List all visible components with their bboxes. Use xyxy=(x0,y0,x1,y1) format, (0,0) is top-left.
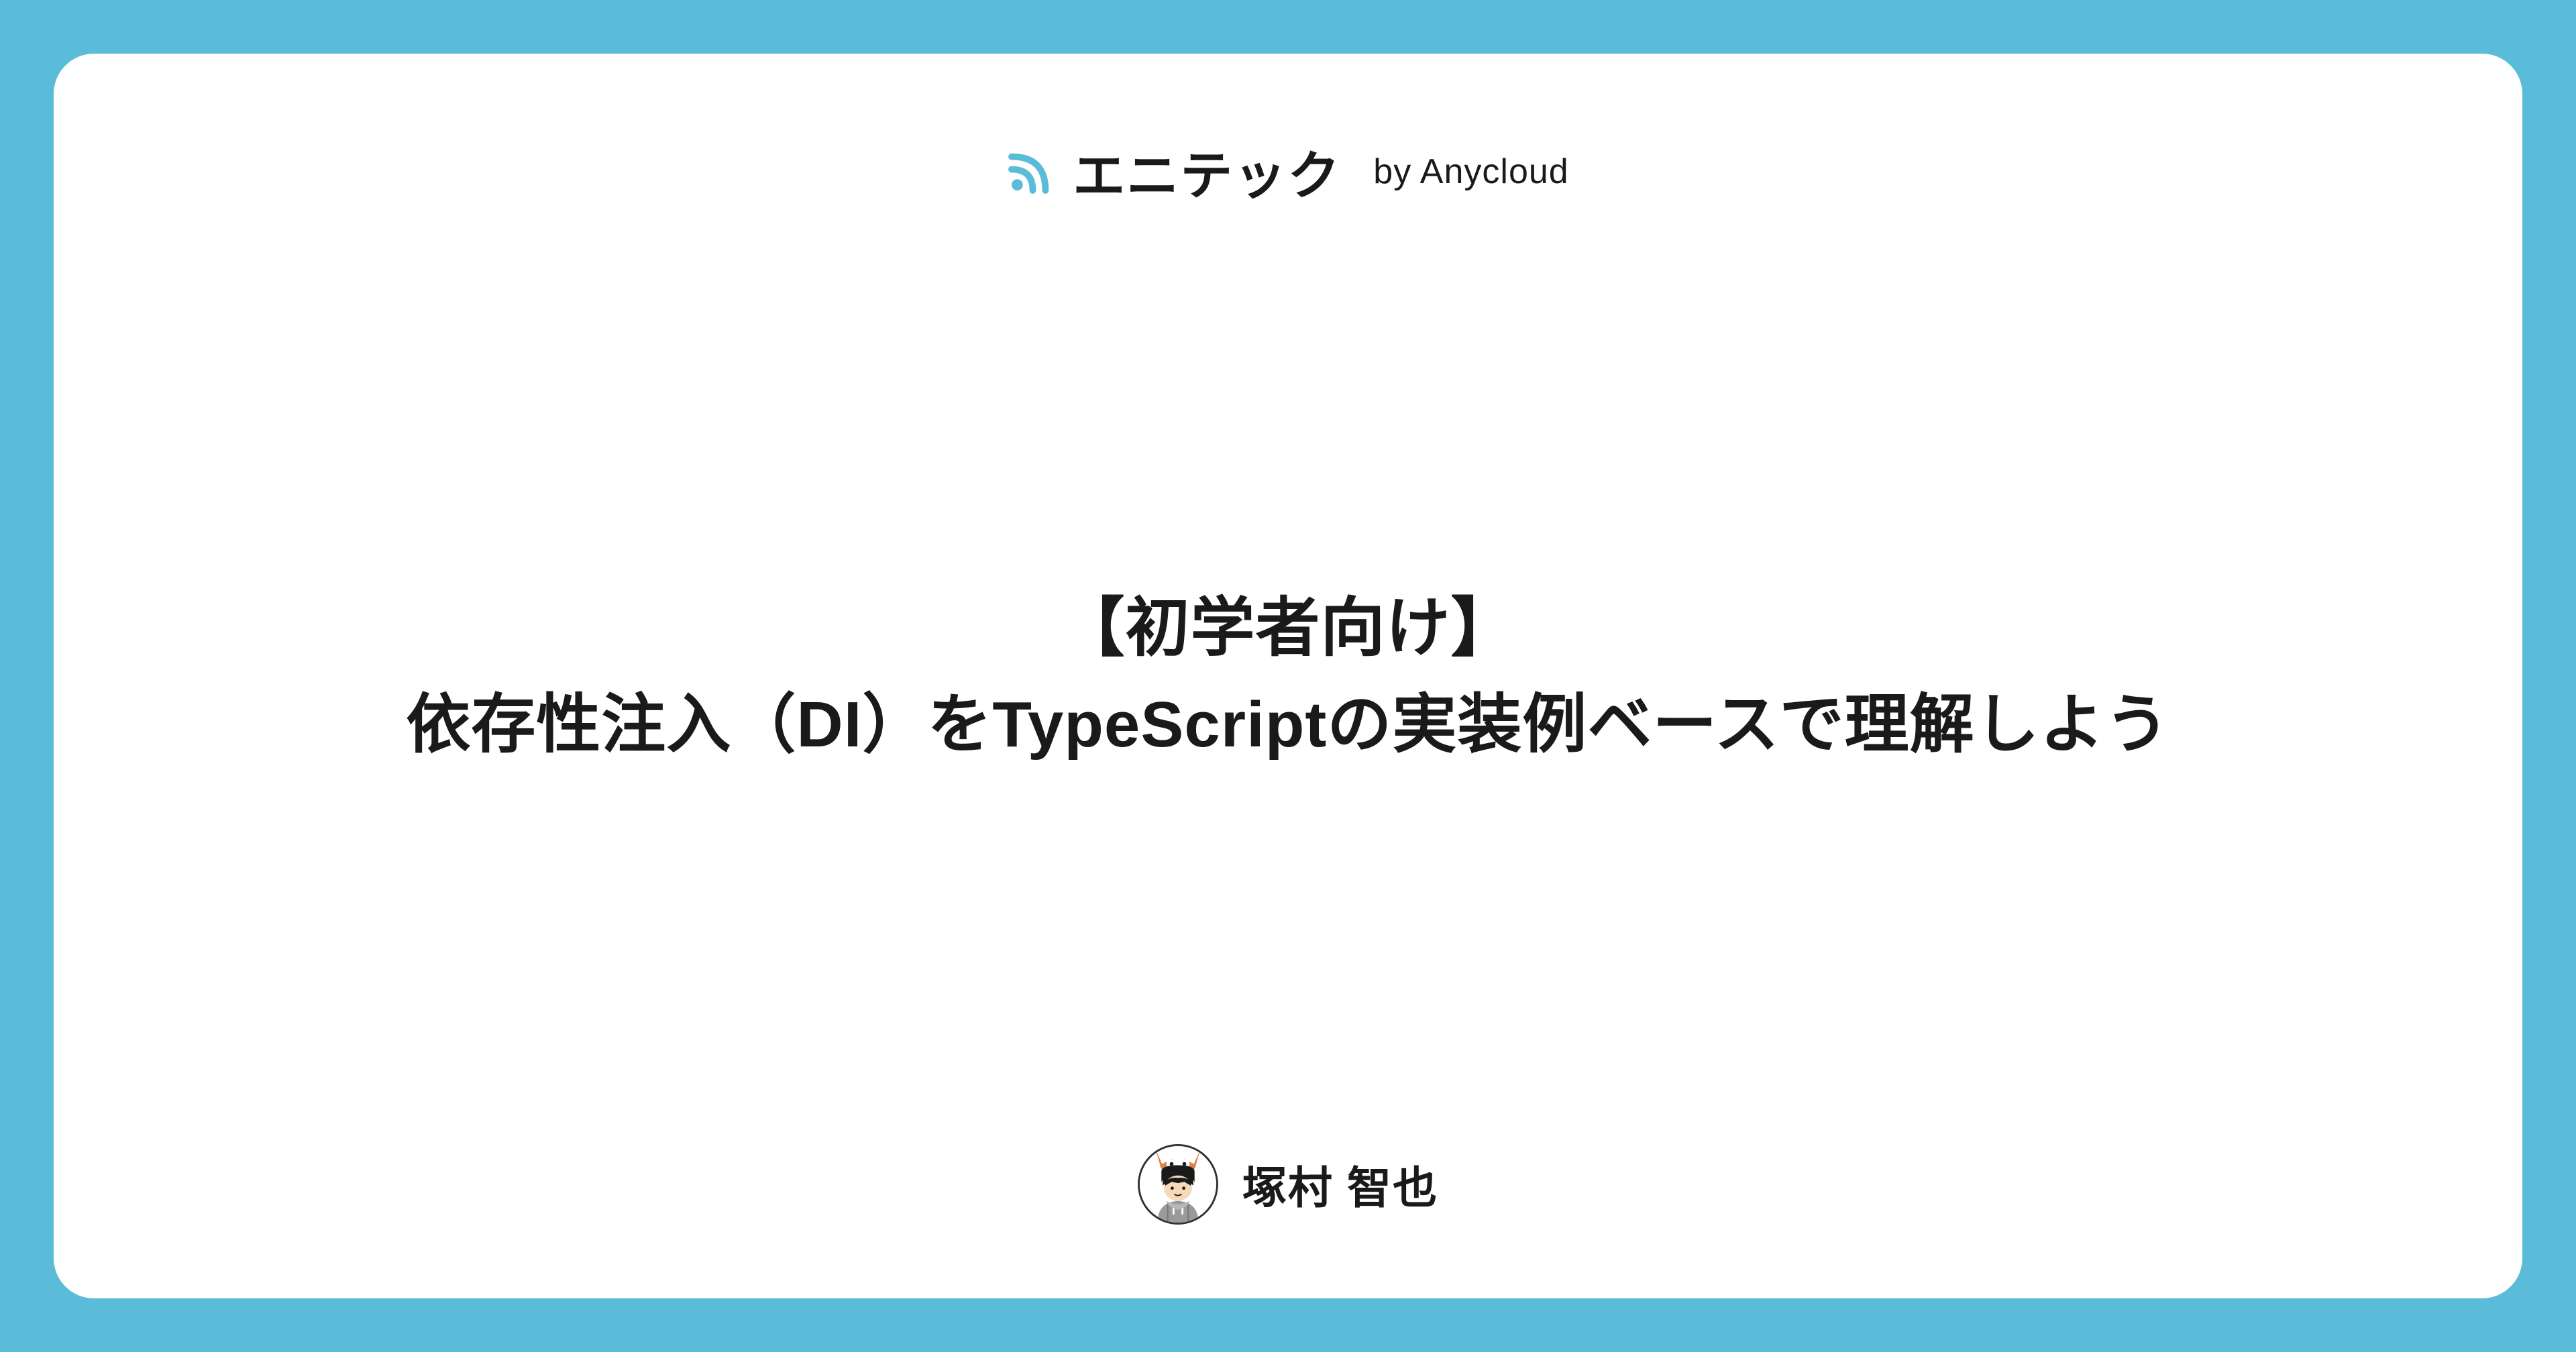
author-section: 塚村 智也 xyxy=(1138,1144,1438,1225)
avatar xyxy=(1138,1144,1218,1225)
rss-icon xyxy=(1007,148,1054,195)
header: エニテック by Anycloud xyxy=(1007,134,1568,209)
title-line-1: 【初学者向け】 xyxy=(1061,580,1516,677)
author-name: 塚村 智也 xyxy=(1242,1152,1438,1217)
brand-name: エニテック xyxy=(1073,134,1341,209)
brand-suffix: by Anycloud xyxy=(1373,152,1568,192)
content-card: エニテック by Anycloud 【初学者向け】 依存性注入（DI）をType… xyxy=(54,54,2522,1298)
title-line-2: 依存性注入（DI）をTypeScriptの実装例ベースで理解しよう xyxy=(406,677,2169,773)
title-container: 【初学者向け】 依存性注入（DI）をTypeScriptの実装例ベースで理解しよ… xyxy=(121,209,2455,1144)
